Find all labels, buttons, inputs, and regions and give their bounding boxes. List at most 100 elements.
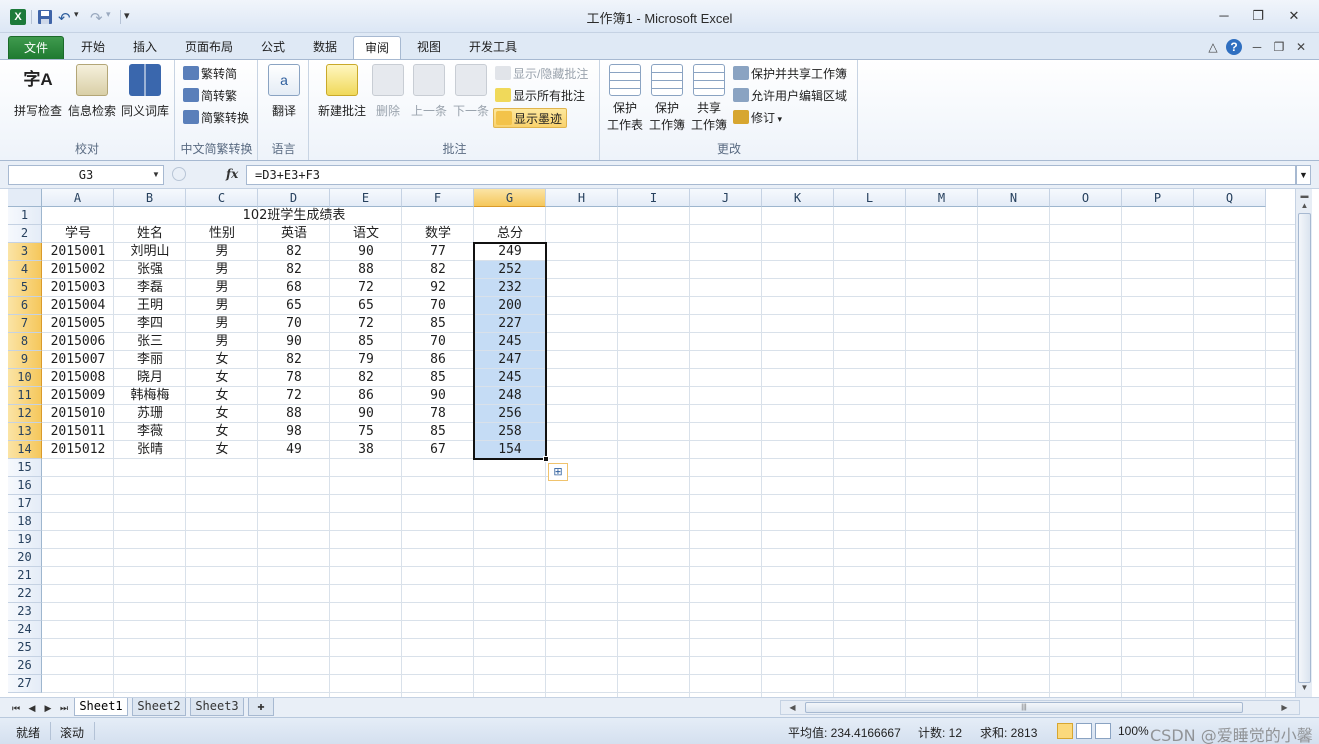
table-cell[interactable]: 38	[330, 441, 402, 459]
table-cell[interactable]: 88	[258, 405, 330, 423]
row-header-20[interactable]: 20	[8, 549, 42, 567]
workbook-minimize-icon[interactable]: ─	[1248, 39, 1266, 55]
column-header-g[interactable]: G	[474, 189, 546, 207]
vertical-scrollbar[interactable]: ▬ ▲ ▼	[1295, 189, 1312, 697]
status-sum[interactable]: 求和: 2813	[980, 724, 1037, 741]
share-workbook-button[interactable]: 共享 工作簿	[689, 64, 729, 133]
table-cell[interactable]: 82	[330, 369, 402, 387]
table-cell[interactable]: 67	[402, 441, 474, 459]
show-hide-comment-button[interactable]: 显示/隐藏批注	[495, 64, 588, 84]
vertical-scroll-thumb[interactable]	[1298, 213, 1311, 683]
table-cell[interactable]: 刘明山	[114, 243, 186, 261]
table-cell[interactable]: 90	[258, 333, 330, 351]
table-cell[interactable]: 晓月	[114, 369, 186, 387]
scroll-up-icon[interactable]: ▲	[1297, 199, 1312, 213]
column-header-d[interactable]: D	[258, 189, 330, 207]
row-header-9[interactable]: 9	[8, 351, 42, 369]
table-cell[interactable]: 49	[258, 441, 330, 459]
protect-workbook-button[interactable]: 保护 工作簿	[647, 64, 687, 133]
table-cell[interactable]: 90	[330, 405, 402, 423]
table-cell[interactable]: 男	[186, 333, 258, 351]
research-button[interactable]: 信息检索	[66, 64, 118, 119]
table-cell[interactable]: 70	[402, 297, 474, 315]
table-cell[interactable]: 70	[258, 315, 330, 333]
next-sheet-icon[interactable]: ▶	[42, 701, 54, 715]
protect-and-share-button[interactable]: 保护并共享工作簿	[733, 64, 847, 84]
table-cell[interactable]: 女	[186, 369, 258, 387]
tab-developer[interactable]: 开发工具	[460, 36, 526, 60]
table-cell[interactable]: 男	[186, 279, 258, 297]
row-header-27[interactable]: 27	[8, 675, 42, 693]
column-header-m[interactable]: M	[906, 189, 978, 207]
table-cell[interactable]: 68	[258, 279, 330, 297]
sheet-tab-sheet2[interactable]: Sheet2	[132, 698, 186, 716]
table-header-cell[interactable]: 英语	[258, 225, 330, 243]
row-header-4[interactable]: 4	[8, 261, 42, 279]
table-header-cell[interactable]: 语文	[330, 225, 402, 243]
row-header-1[interactable]: 1	[8, 207, 42, 225]
show-all-comments-button[interactable]: 显示所有批注	[495, 86, 585, 106]
column-header-c[interactable]: C	[186, 189, 258, 207]
table-cell[interactable]: 70	[402, 333, 474, 351]
row-header-18[interactable]: 18	[8, 513, 42, 531]
formula-bar-resize-icon[interactable]	[172, 167, 186, 181]
table-cell[interactable]: 2015004	[42, 297, 114, 315]
row-header-23[interactable]: 23	[8, 603, 42, 621]
prev-sheet-icon[interactable]: ◀	[26, 701, 38, 715]
workbook-restore-icon[interactable]: ❐	[1270, 39, 1288, 55]
formula-input[interactable]: =D3+E3+F3	[246, 165, 1296, 185]
table-cell[interactable]: 2015011	[42, 423, 114, 441]
table-header-cell[interactable]: 总分	[474, 225, 546, 243]
row-header-2[interactable]: 2	[8, 225, 42, 243]
column-header-l[interactable]: L	[834, 189, 906, 207]
table-cell[interactable]: 72	[330, 315, 402, 333]
scroll-down-icon[interactable]: ▼	[1297, 681, 1312, 695]
table-cell[interactable]: 女	[186, 405, 258, 423]
next-comment-button[interactable]: 下一条	[450, 64, 492, 119]
table-cell[interactable]: 90	[330, 243, 402, 261]
normal-view-icon[interactable]	[1057, 723, 1073, 739]
name-box-dropdown-icon[interactable]: ▼	[152, 170, 160, 179]
traditional-to-simplified-button[interactable]: 繁转简	[183, 64, 237, 84]
table-header-cell[interactable]: 数学	[402, 225, 474, 243]
track-changes-button[interactable]: 修订 ▾	[733, 108, 782, 128]
tab-data[interactable]: 数据	[302, 36, 348, 60]
row-header-12[interactable]: 12	[8, 405, 42, 423]
table-cell[interactable]: 90	[402, 387, 474, 405]
table-cell[interactable]: 张强	[114, 261, 186, 279]
simplified-to-traditional-button[interactable]: 简转繁	[183, 86, 237, 106]
name-box[interactable]: G3	[8, 165, 164, 185]
table-cell[interactable]: 2015012	[42, 441, 114, 459]
table-cell[interactable]: 2015005	[42, 315, 114, 333]
table-cell[interactable]: 72	[258, 387, 330, 405]
zoom-level[interactable]: 100%	[1118, 724, 1149, 738]
table-cell[interactable]: 65	[258, 297, 330, 315]
help-icon[interactable]: ?	[1226, 39, 1242, 55]
row-header-3[interactable]: 3	[8, 243, 42, 261]
row-header-11[interactable]: 11	[8, 387, 42, 405]
sheet-tab-sheet1[interactable]: Sheet1	[74, 698, 128, 716]
new-comment-button[interactable]: 新建批注	[314, 64, 370, 119]
table-header-cell[interactable]: 性别	[186, 225, 258, 243]
row-header-17[interactable]: 17	[8, 495, 42, 513]
column-header-i[interactable]: I	[618, 189, 690, 207]
row-header-6[interactable]: 6	[8, 297, 42, 315]
row-header-22[interactable]: 22	[8, 585, 42, 603]
table-cell[interactable]: 65	[330, 297, 402, 315]
spell-check-button[interactable]: 字A 拼写检查	[12, 64, 64, 119]
tab-insert[interactable]: 插入	[122, 36, 168, 60]
table-cell[interactable]: 2015008	[42, 369, 114, 387]
table-cell[interactable]: 女	[186, 387, 258, 405]
horizontal-scroll-thumb[interactable]: |||	[805, 702, 1243, 713]
row-header-21[interactable]: 21	[8, 567, 42, 585]
table-cell[interactable]: 75	[330, 423, 402, 441]
column-header-q[interactable]: Q	[1194, 189, 1266, 207]
table-cell[interactable]: 86	[330, 387, 402, 405]
row-header-16[interactable]: 16	[8, 477, 42, 495]
column-header-f[interactable]: F	[402, 189, 474, 207]
table-cell[interactable]: 李丽	[114, 351, 186, 369]
scroll-left-icon[interactable]: ◀	[785, 701, 800, 715]
column-header-o[interactable]: O	[1050, 189, 1122, 207]
row-header-25[interactable]: 25	[8, 639, 42, 657]
table-cell[interactable]: 2015001	[42, 243, 114, 261]
